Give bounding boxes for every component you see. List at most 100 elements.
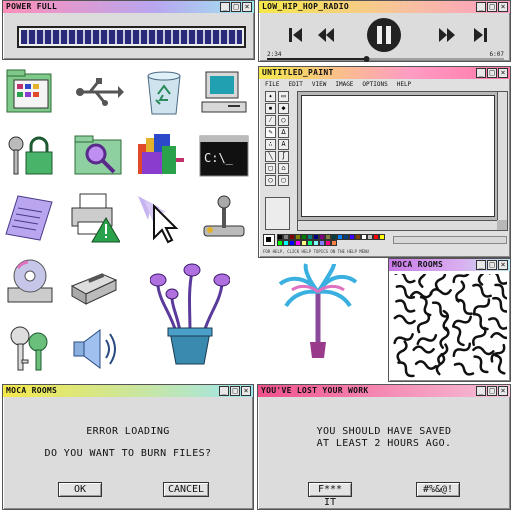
squiggle bbox=[396, 340, 408, 363]
close-button[interactable]: × bbox=[241, 386, 251, 396]
usb-icon[interactable] bbox=[72, 66, 124, 118]
minimize-button[interactable]: _ bbox=[219, 386, 229, 396]
menu-edit[interactable]: EDIT bbox=[288, 81, 302, 88]
airbrush-tool[interactable]: ∴ bbox=[265, 139, 276, 150]
pause-icon[interactable] bbox=[367, 18, 401, 52]
squiggle bbox=[453, 362, 475, 376]
magnifier-tool[interactable]: ○ bbox=[278, 115, 289, 126]
give-up-button[interactable]: F*** IT bbox=[308, 482, 352, 508]
squiggle bbox=[393, 314, 416, 325]
skip-forward-icon[interactable] bbox=[474, 28, 487, 42]
squiggle bbox=[395, 284, 416, 300]
menu-options[interactable]: OPTIONS bbox=[362, 81, 387, 88]
curse-button[interactable]: #%&@! bbox=[416, 482, 460, 497]
close-button[interactable]: × bbox=[498, 68, 508, 78]
free-select-tool[interactable]: ✦ bbox=[265, 91, 276, 102]
close-button[interactable]: × bbox=[242, 2, 252, 12]
rounded-rect-tool[interactable]: ▢ bbox=[278, 175, 289, 186]
key-lock-icon[interactable] bbox=[4, 130, 56, 182]
power-titlebar[interactable]: POWER FULL bbox=[3, 1, 254, 13]
maximize-button[interactable]: □ bbox=[231, 2, 241, 12]
ellipse-tool[interactable]: ◯ bbox=[265, 175, 276, 186]
lost-work-message-line2: AT LEAST 2 HOURS AGO. bbox=[316, 438, 452, 449]
text-tool[interactable]: A bbox=[278, 139, 289, 150]
control-panel-folder-icon[interactable] bbox=[4, 66, 56, 118]
minimize-button[interactable]: _ bbox=[476, 386, 486, 396]
rewind-icon[interactable] bbox=[318, 28, 334, 42]
radio-seek-knob[interactable] bbox=[363, 56, 370, 62]
palette-swatch[interactable] bbox=[379, 234, 385, 240]
pencil-tool[interactable]: ✎ bbox=[265, 127, 276, 138]
fill-tool[interactable]: ◆ bbox=[278, 103, 289, 114]
minimize-button[interactable]: _ bbox=[476, 260, 486, 270]
menu-image[interactable]: IMAGE bbox=[335, 81, 353, 88]
ok-button[interactable]: OK bbox=[58, 482, 102, 497]
curve-tool[interactable]: ∫ bbox=[278, 151, 289, 162]
notepad-icon[interactable] bbox=[4, 192, 56, 244]
picker-tool[interactable]: ⁄ bbox=[265, 115, 276, 126]
menu-help[interactable]: HELP bbox=[397, 81, 411, 88]
venus-flytrap-plant-icon[interactable] bbox=[150, 262, 230, 372]
cursor-trail-icon[interactable] bbox=[134, 192, 186, 244]
radio-duration: 6:07 bbox=[489, 51, 504, 58]
horizontal-scrollbar[interactable] bbox=[298, 220, 497, 230]
rect-select-tool[interactable]: ▭ bbox=[278, 91, 289, 102]
folder-search-icon[interactable] bbox=[72, 130, 124, 182]
palm-plant-icon[interactable] bbox=[276, 262, 360, 366]
disk-drive-icon[interactable] bbox=[68, 258, 120, 310]
my-computer-icon[interactable] bbox=[198, 66, 250, 118]
radio-titlebar[interactable]: LOW_HIP_HOP_RADIO bbox=[259, 1, 510, 13]
minimize-button[interactable]: _ bbox=[476, 68, 486, 78]
keys-icon[interactable] bbox=[4, 322, 56, 374]
squiggle bbox=[414, 360, 438, 370]
command-prompt-icon[interactable]: C:\_ bbox=[198, 130, 250, 182]
close-button[interactable]: × bbox=[498, 260, 508, 270]
error-dialog-titlebar[interactable]: MOCA ROOMS bbox=[3, 385, 253, 397]
paint-statusbar: FOR HELP, CLICK HELP TOPICS ON THE HELP … bbox=[263, 249, 369, 254]
close-button[interactable]: × bbox=[498, 386, 508, 396]
programs-icon[interactable] bbox=[134, 130, 186, 182]
eraser-tool[interactable]: ▪ bbox=[265, 103, 276, 114]
squiggle bbox=[419, 295, 432, 317]
paint-canvas[interactable] bbox=[301, 95, 495, 217]
paint-toolbox: ✦ ▭ ▪ ◆ ⁄ ○ ✎ ∆ ∴ A ╲ ∫ □ ⌂ ◯ ▢ bbox=[265, 91, 293, 186]
lost-work-title: YOU'VE LOST YOUR WORK bbox=[261, 386, 369, 395]
squiggle bbox=[434, 274, 447, 291]
menu-file[interactable]: FILE bbox=[265, 81, 279, 88]
squiggle bbox=[455, 298, 473, 315]
power-progress-bar bbox=[17, 26, 246, 48]
squiggle bbox=[488, 317, 507, 330]
maximize-button[interactable]: □ bbox=[230, 386, 240, 396]
squiggle bbox=[472, 326, 487, 346]
recycle-bin-icon[interactable] bbox=[138, 66, 190, 118]
squiggle bbox=[490, 332, 507, 340]
cd-drive-icon[interactable] bbox=[4, 258, 56, 310]
color-palette bbox=[263, 234, 508, 248]
vertical-scrollbar[interactable] bbox=[497, 92, 507, 220]
polygon-tool[interactable]: ⌂ bbox=[278, 163, 289, 174]
maximize-button[interactable]: □ bbox=[487, 260, 497, 270]
maximize-button[interactable]: □ bbox=[487, 68, 497, 78]
palette-swatch[interactable] bbox=[331, 240, 337, 246]
skip-back-icon[interactable] bbox=[289, 28, 302, 42]
fast-forward-icon[interactable] bbox=[439, 28, 455, 42]
lost-work-titlebar[interactable]: YOU'VE LOST YOUR WORK bbox=[258, 385, 510, 397]
cancel-button[interactable]: CANCEL bbox=[163, 482, 209, 497]
speaker-icon[interactable] bbox=[68, 322, 120, 374]
rectangle-tool[interactable]: □ bbox=[265, 163, 276, 174]
joystick-icon[interactable] bbox=[198, 192, 250, 244]
close-button[interactable]: × bbox=[498, 2, 508, 12]
paint-titlebar[interactable]: UNTITLED_PAINT bbox=[259, 67, 510, 79]
minimize-button[interactable]: _ bbox=[476, 2, 486, 12]
line-tool[interactable]: ╲ bbox=[265, 151, 276, 162]
radio-title: LOW_HIP_HOP_RADIO bbox=[262, 2, 349, 11]
power-title: POWER FULL bbox=[6, 2, 58, 11]
brush-tool[interactable]: ∆ bbox=[278, 127, 289, 138]
squiggle bbox=[416, 334, 438, 346]
maximize-button[interactable]: □ bbox=[487, 386, 497, 396]
minimize-button[interactable]: _ bbox=[220, 2, 230, 12]
error-message-line2: DO YOU WANT TO BURN FILES? bbox=[44, 448, 212, 459]
printer-warning-icon[interactable] bbox=[68, 192, 120, 244]
maximize-button[interactable]: □ bbox=[487, 2, 497, 12]
menu-view[interactable]: VIEW bbox=[312, 81, 326, 88]
